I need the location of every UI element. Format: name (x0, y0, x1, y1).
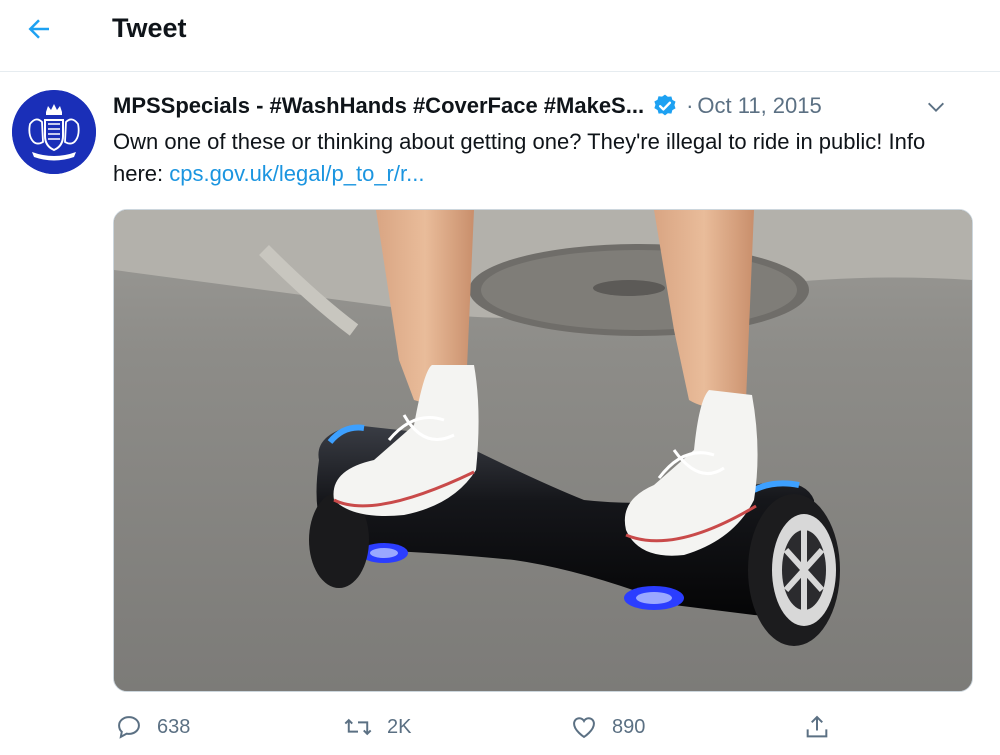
retweet-button[interactable]: 2K (343, 706, 411, 748)
tweet-header: MPSSpecials - #WashHands #CoverFace #Mak… (113, 88, 973, 124)
tweet-date[interactable]: Oct 11, 2015 (697, 93, 821, 119)
author-display-name[interactable]: MPSSpecials - #WashHands #CoverFace #Mak… (113, 93, 644, 119)
verified-badge-icon (652, 93, 678, 119)
reply-button[interactable]: 638 (115, 706, 190, 748)
page-header: Tweet (0, 0, 1000, 72)
avatar[interactable] (12, 90, 96, 174)
share-button[interactable] (803, 706, 845, 748)
tweet-actions: 638 2K 890 (113, 706, 973, 748)
tweet-text: Own one of these or thinking about getti… (113, 126, 973, 190)
page-title: Tweet (112, 13, 187, 43)
more-options-button[interactable] (921, 92, 951, 122)
separator-dot: · (686, 93, 694, 118)
hoverboard-photo (114, 210, 972, 691)
share-icon (806, 715, 828, 738)
retweet-icon (344, 718, 372, 736)
tweet-media-photo[interactable] (113, 209, 973, 692)
reply-count: 638 (157, 715, 191, 738)
like-button[interactable]: 890 (570, 706, 645, 748)
back-button[interactable] (18, 8, 60, 50)
police-crest-icon (12, 90, 96, 174)
tweet-link[interactable]: cps.gov.uk/legal/p_to_r/r... (169, 161, 424, 186)
retweet-count: 2K (387, 715, 412, 738)
heart-icon (573, 717, 595, 739)
like-count: 890 (612, 715, 646, 738)
chevron-down-icon (928, 102, 944, 112)
arrow-left-icon (28, 19, 49, 39)
reply-icon (118, 716, 140, 739)
